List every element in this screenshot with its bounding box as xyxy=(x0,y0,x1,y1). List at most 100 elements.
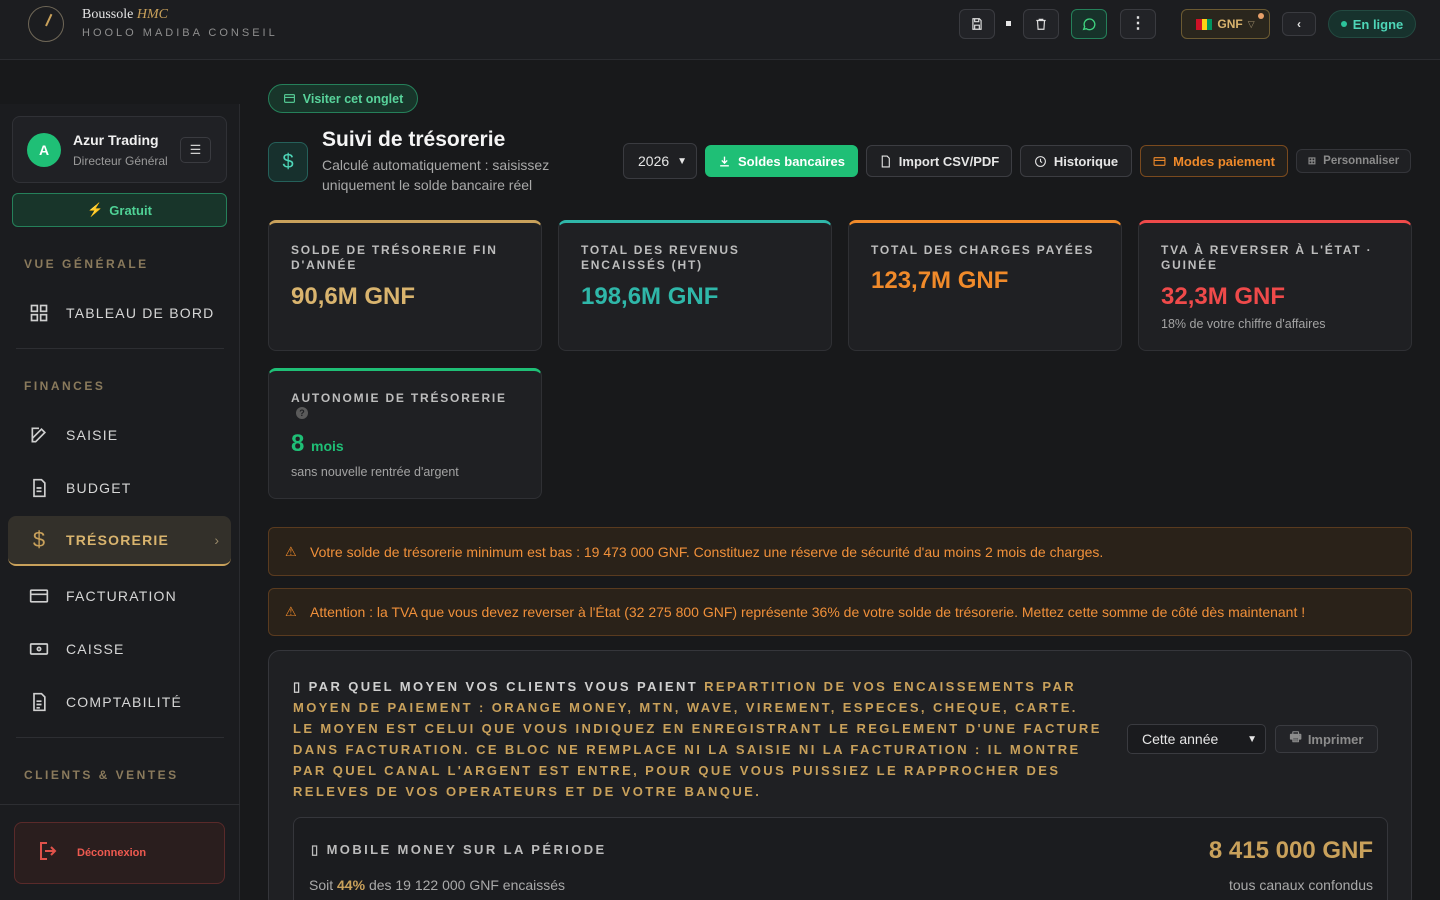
currency-label: GNF xyxy=(1217,17,1243,31)
more-options-button[interactable]: ⋮ xyxy=(1120,9,1156,39)
sidebar-item-label: FACTURATION xyxy=(66,588,177,604)
alert-text: Attention : la TVA que vous devez revers… xyxy=(310,604,1306,620)
status-dot xyxy=(1340,21,1347,27)
button-label: Modes paiement xyxy=(1173,153,1275,169)
sidebar: A Azur Trading Directeur Général ☰ ⚡ Gra… xyxy=(0,104,240,900)
visit-label: Visiter cet onglet xyxy=(302,91,404,106)
print-button[interactable]: 🖶 Imprimer xyxy=(1275,725,1378,753)
chevron-down-icon: ▼ xyxy=(677,155,687,167)
kpi-card-closing-balance: SOLDE DE TRÉSORERIE FIN D'ANNÉE 90,6M GN… xyxy=(268,220,542,351)
chevron-right-icon: › xyxy=(214,532,219,548)
dollar-icon: $ xyxy=(268,142,308,182)
grid-small-icon: ⊞ xyxy=(1307,155,1317,167)
ledger-icon xyxy=(28,691,50,713)
compass-logo-icon xyxy=(28,6,64,42)
kpi-label: TVA À REVERSER À L'ÉTAT · GUINÉE xyxy=(1161,243,1373,272)
button-label: Personnaliser xyxy=(1323,155,1400,167)
panel-heading: PAR QUEL MOYEN VOS CLIENTS VOUS PAIENT xyxy=(308,679,699,694)
kpi-label: TOTAL DES REVENUS ENCAISSÉS (HT) xyxy=(581,243,740,272)
divider xyxy=(16,737,224,738)
kpi-note: 18% de votre chiffre d'affaires xyxy=(1161,317,1326,331)
delete-button[interactable] xyxy=(1023,9,1059,39)
customize-button[interactable]: ⊞ Personnaliser xyxy=(1296,149,1411,173)
payment-methods-description: ▯ PAR QUEL MOYEN VOS CLIENTS VOUS PAIENT… xyxy=(293,676,1103,802)
mobile-money-share: Soit 44% des 19 122 000 GNF encaissés xyxy=(309,877,566,893)
kpi-card-charges: TOTAL DES CHARGES PAYÉES 123,7M GNF xyxy=(848,220,1122,351)
user-card[interactable]: A Azur Trading Directeur Général ☰ xyxy=(12,116,227,183)
help-icon[interactable]: ? xyxy=(296,407,308,419)
page-subtitle: Calculé automatiquement : saisissez uniq… xyxy=(322,157,550,193)
dollar-icon: $ xyxy=(32,527,46,552)
panel-description: REPARTITION DE VOS ENCAISSEMENTS PAR MOY… xyxy=(293,679,1102,799)
cash-icon xyxy=(28,638,50,660)
sidebar-item-label: TABLEAU DE BORD xyxy=(66,305,215,321)
user-name: Azur Trading xyxy=(73,132,159,148)
warning-icon: ⚠ xyxy=(285,604,297,619)
guinea-flag-icon xyxy=(1196,18,1213,30)
button-label: Import CSV/PDF xyxy=(898,153,1000,169)
more-vertical-icon: ⋮ xyxy=(1130,15,1146,32)
section-clients-ventes: CLIENTS & VENTES xyxy=(24,768,179,782)
sidebar-item-label: BUDGET xyxy=(66,480,132,496)
alert-text: Votre solde de trésorerie minimum est ba… xyxy=(310,543,1104,560)
sidebar-item-label: CAISSE xyxy=(66,641,125,657)
collapse-button[interactable]: ‹ xyxy=(1282,12,1316,36)
unsaved-indicator xyxy=(1006,21,1011,26)
warning-icon: ⚠ xyxy=(285,543,297,559)
year-select[interactable]: 2026 ▼ xyxy=(623,143,697,179)
kpi-label: AUTONOMIE DE TRÉSORERIE xyxy=(291,391,507,405)
bank-balances-button[interactable]: Soldes bancaires xyxy=(705,145,858,177)
kpi-label: SOLDE DE TRÉSORERIE FIN D'ANNÉE xyxy=(291,243,498,272)
download-icon xyxy=(720,156,729,167)
kpi-note: sans nouvelle rentrée d'argent xyxy=(291,465,459,479)
divider xyxy=(16,348,224,349)
sidebar-item-label: TRÉSORERIE xyxy=(66,532,170,548)
user-menu-button[interactable]: ☰ xyxy=(180,137,211,163)
sidebar-item-tresorerie[interactable]: $ TRÉSORERIE › xyxy=(8,516,231,566)
hamburger-icon: ☰ xyxy=(189,142,202,157)
year-value: 2026 xyxy=(638,153,670,169)
sidebar-item-saisie[interactable]: SAISIE xyxy=(8,410,231,460)
page-title: Suivi de trésorerie xyxy=(322,128,506,151)
sidebar-item-label: COMPTABILITÉ xyxy=(66,694,183,710)
sidebar-item-dashboard[interactable]: TABLEAU DE BORD xyxy=(8,288,231,338)
currency-badge-dot xyxy=(1258,13,1264,19)
avatar: A xyxy=(27,133,61,167)
logout-button[interactable]: Déconnexion xyxy=(14,822,225,884)
sidebar-item-budget[interactable]: BUDGET xyxy=(8,463,231,513)
online-status-badge: En ligne xyxy=(1328,10,1416,38)
kpi-card-vat: TVA À REVERSER À L'ÉTAT · GUINÉE 32,3M G… xyxy=(1138,220,1412,351)
logout-label: Déconnexion xyxy=(77,847,147,859)
mobile-money-title: ▯ MOBILE MONEY SUR LA PÉRIODE xyxy=(311,842,607,857)
kpi-value: 198,6M GNF xyxy=(581,283,719,310)
sidebar-item-comptabilite[interactable]: COMPTABILITÉ xyxy=(8,677,231,727)
currency-selector[interactable]: GNF ▽ xyxy=(1181,9,1270,39)
mobile-money-value: 8 415 000 GNF xyxy=(1208,837,1373,864)
clock-icon xyxy=(1034,155,1046,167)
printer-icon: 🖶 xyxy=(1289,729,1302,744)
mobile-money-note: tous canaux confondus xyxy=(1229,877,1373,893)
alert-vat: ⚠ Attention : la TVA que vous devez reve… xyxy=(268,588,1412,636)
sidebar-item-label: SAISIE xyxy=(66,427,119,443)
whatsapp-icon xyxy=(1082,18,1096,31)
section-finances: FINANCES xyxy=(24,379,106,393)
plan-badge[interactable]: ⚡ Gratuit xyxy=(12,193,227,227)
import-button[interactable]: Import CSV/PDF xyxy=(866,145,1012,177)
sidebar-item-caisse[interactable]: CAISSE xyxy=(8,624,231,674)
sidebar-item-facturation[interactable]: FACTURATION xyxy=(8,571,231,621)
history-button[interactable]: Historique xyxy=(1020,145,1132,177)
button-label: Soldes bancaires xyxy=(738,153,845,169)
save-button[interactable] xyxy=(959,9,995,39)
visit-tab-button[interactable]: Visiter cet onglet xyxy=(268,84,418,113)
top-bar: Boussole HMC HOOLO MADIBA CONSEIL ⋮ GNF … xyxy=(0,0,1440,60)
payment-modes-button[interactable]: Modes paiement xyxy=(1140,145,1288,177)
chevron-down-icon: ▽ xyxy=(1247,18,1255,29)
whatsapp-button[interactable] xyxy=(1071,9,1107,39)
status-label: En ligne xyxy=(1352,16,1404,32)
file-icon xyxy=(881,155,890,167)
payment-methods-panel: ▯ PAR QUEL MOYEN VOS CLIENTS VOUS PAIENT… xyxy=(268,650,1412,900)
period-select[interactable]: Cette année ▼ xyxy=(1127,724,1266,754)
brand-name: Boussole HMC xyxy=(82,7,168,22)
kpi-value: 8 mois xyxy=(291,430,344,457)
kpi-card-autonomy: AUTONOMIE DE TRÉSORERIE ? 8 mois sans no… xyxy=(268,368,542,499)
